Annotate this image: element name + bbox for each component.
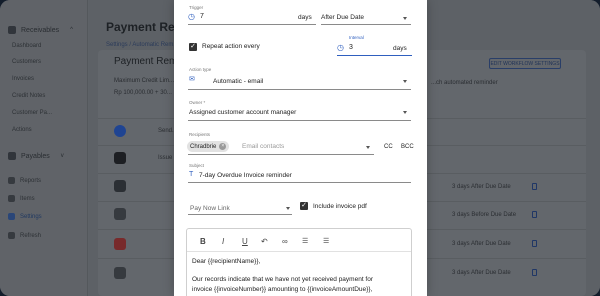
subject-input[interactable]: 7-day Overdue Invoice reminder [199, 172, 292, 179]
italic-icon[interactable]: I [222, 237, 224, 247]
recipients-label: Recipients [189, 132, 211, 137]
caret-down-icon[interactable] [403, 17, 407, 20]
editor-line: Our records indicate that we have not ye… [192, 276, 374, 283]
undo-icon[interactable]: ↶ [261, 237, 268, 247]
include-pdf-checkbox[interactable]: ✓ [300, 202, 308, 210]
cc-button[interactable]: CC [384, 144, 393, 150]
editor-line: Dear {{recipientName}}, [192, 258, 261, 265]
caret-down-icon[interactable] [403, 111, 407, 114]
recipient-chip-label: Chradbrie [190, 143, 217, 150]
caret-down-icon[interactable] [403, 80, 407, 83]
pay-link-underline [188, 214, 292, 215]
recipients-input[interactable]: Email contacts [242, 143, 284, 150]
recipients-underline [188, 154, 374, 155]
caret-down-icon[interactable] [366, 146, 370, 149]
bulleted-list-icon[interactable]: ☰ [323, 237, 329, 247]
action-type-underline [188, 89, 411, 90]
owner-select[interactable]: Assigned customer account manager [189, 109, 296, 116]
trigger-when-select[interactable]: After Due Date [321, 14, 364, 21]
caret-down-icon[interactable] [286, 207, 290, 210]
include-pdf-label: Include invoice pdf [313, 203, 367, 210]
text-type-icon: T [189, 171, 194, 178]
recipient-chip[interactable]: Chradbrie × [187, 141, 230, 152]
trigger-underline [188, 24, 316, 25]
repeat-label: Repeat action every [202, 43, 260, 50]
trigger-unit: days [298, 14, 312, 21]
interval-unit: days [393, 45, 407, 52]
interval-label: Interval [349, 35, 364, 40]
owner-underline [188, 120, 411, 121]
modal-backdrop[interactable] [0, 0, 174, 296]
numbered-list-icon[interactable]: ☰ [302, 237, 308, 247]
trigger-when-underline [321, 24, 411, 25]
editor-toolbar-divider [187, 251, 411, 252]
remove-recipient-icon[interactable]: × [219, 143, 227, 150]
email-icon: ✉ [189, 76, 195, 83]
pay-now-link-select[interactable]: Pay Now Link [190, 205, 230, 212]
clock-icon: ◷ [188, 12, 195, 21]
owner-label: Owner * [189, 100, 206, 105]
interval-underline [337, 55, 412, 56]
link-icon[interactable]: ∞ [282, 237, 288, 247]
action-type-label: Action type [189, 67, 212, 72]
modal-backdrop[interactable] [427, 0, 600, 296]
editor-line: invoice {{invoiceNumber}} amounting to {… [192, 286, 373, 293]
action-type-select[interactable]: Automatic - email [213, 78, 263, 85]
subject-underline [188, 182, 411, 183]
subject-label: Subject [189, 163, 205, 168]
underline-icon[interactable]: U [242, 237, 248, 247]
clock-icon: ◷ [337, 43, 344, 52]
trigger-label: Trigger [189, 5, 204, 10]
repeat-checkbox[interactable]: ✓ [189, 43, 197, 51]
bold-icon[interactable]: B [200, 237, 206, 247]
trigger-days-input[interactable]: 7 [200, 13, 204, 20]
interval-input[interactable]: 3 [349, 44, 353, 51]
bcc-button[interactable]: BCC [401, 144, 414, 150]
